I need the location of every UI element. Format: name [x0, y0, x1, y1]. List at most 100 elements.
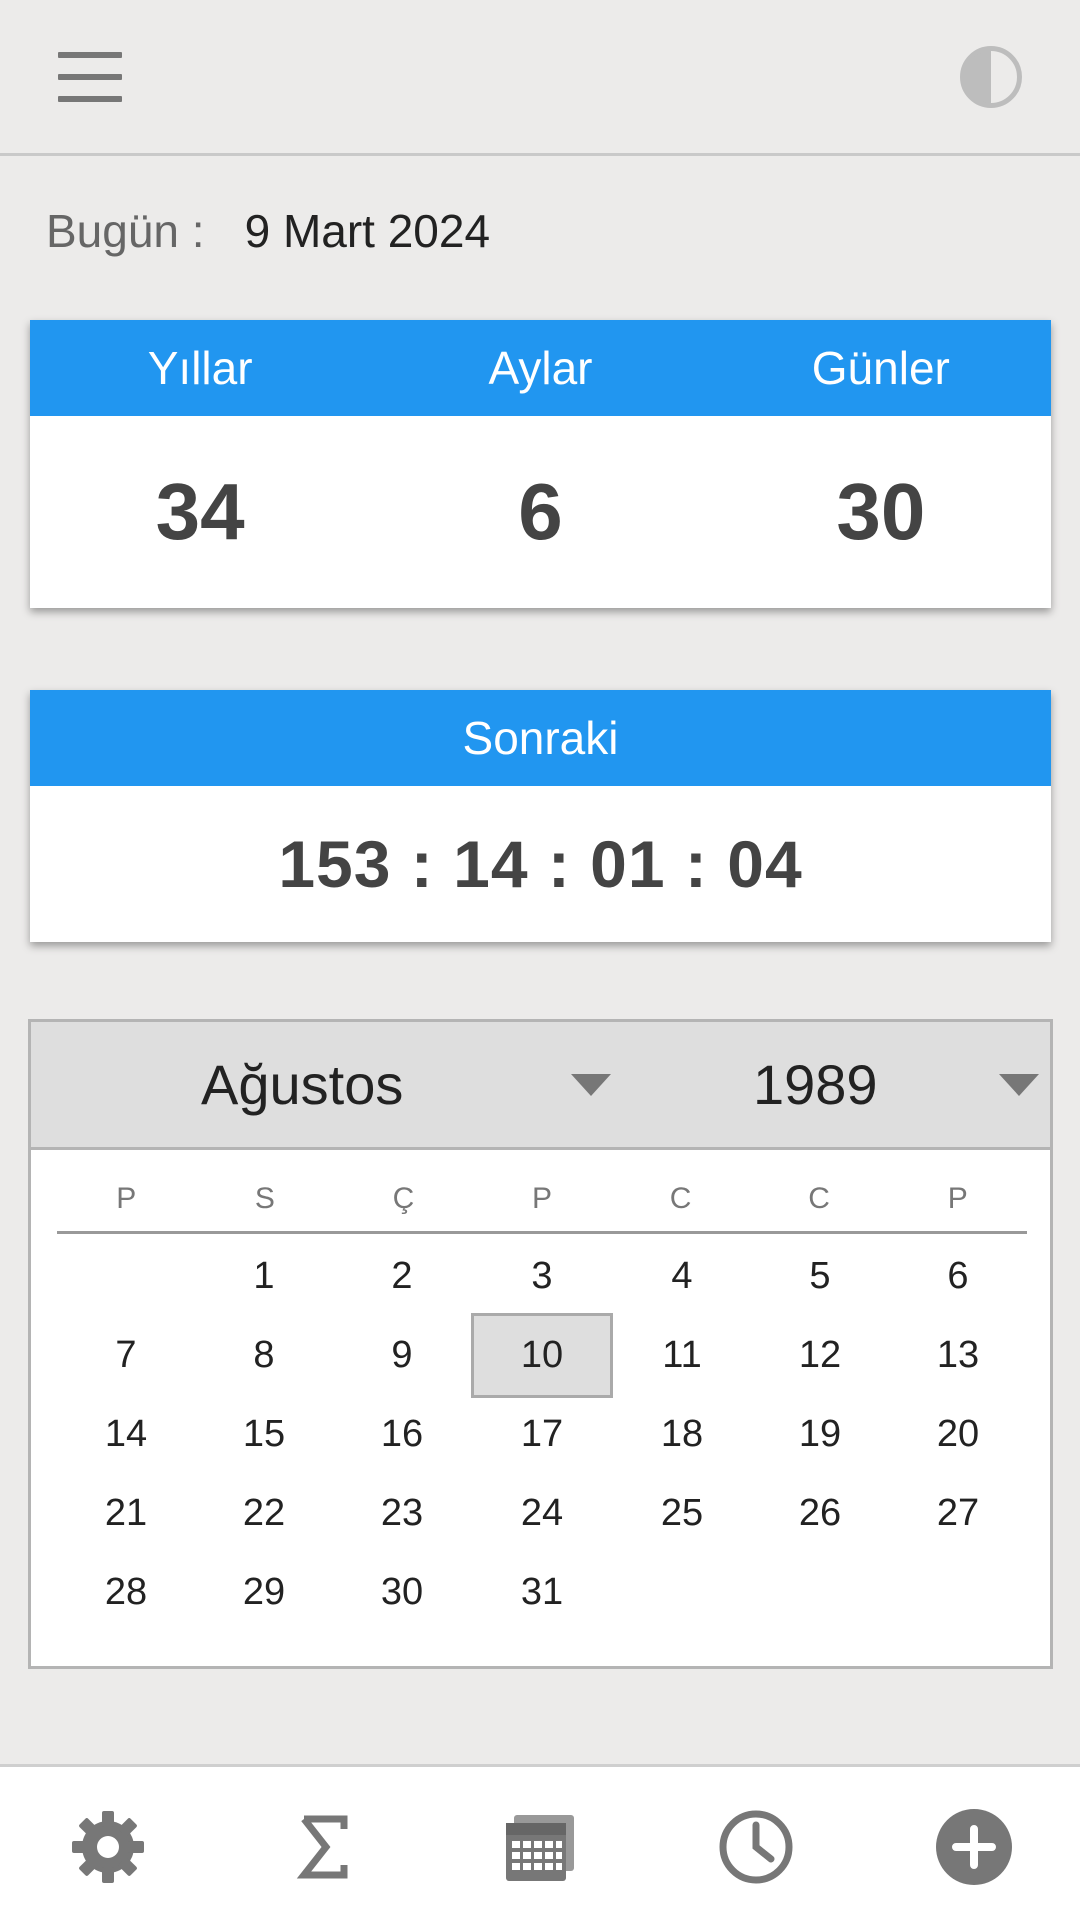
today-row: Bugün : 9 Mart 2024 [46, 204, 490, 258]
day-cell[interactable]: 25 [613, 1474, 751, 1553]
day-cell[interactable]: 19 [751, 1395, 889, 1474]
empty-day-cell [57, 1237, 195, 1316]
empty-day-cell [613, 1553, 751, 1632]
plus-icon[interactable] [934, 1807, 1014, 1887]
day-cell[interactable]: 16 [333, 1395, 471, 1474]
day-number: 2 [391, 1255, 413, 1297]
day-cell[interactable]: 23 [333, 1474, 471, 1553]
day-cell[interactable]: 11 [613, 1316, 751, 1395]
gear-icon[interactable] [68, 1807, 148, 1887]
day-cell[interactable]: 3 [471, 1237, 613, 1316]
age-card-header: Yıllar Aylar Günler [30, 320, 1051, 416]
day-number: 15 [242, 1413, 286, 1455]
day-cell[interactable]: 15 [195, 1395, 333, 1474]
years-header: Yıllar [147, 342, 253, 394]
calendar-header: Ağustos 1989 [31, 1022, 1050, 1150]
selected-day-cell[interactable]: 10 [471, 1313, 613, 1398]
empty-day-cell [751, 1553, 889, 1632]
bottom-navigation [0, 1764, 1080, 1920]
day-cell[interactable]: 12 [751, 1316, 889, 1395]
weekday-label: C [808, 1182, 830, 1215]
day-cell[interactable]: 27 [889, 1474, 1027, 1553]
day-cell[interactable]: 5 [751, 1237, 889, 1316]
months-header: Aylar [488, 342, 593, 394]
day-number: 3 [531, 1255, 553, 1297]
day-number: 23 [380, 1492, 424, 1534]
month-select[interactable]: Ağustos [201, 1022, 403, 1147]
day-number: 28 [104, 1571, 148, 1613]
day-cell[interactable]: 14 [57, 1395, 195, 1474]
menu-line [58, 74, 122, 80]
day-grid: 1 2 3 4 5 6 7 8 9 10 11 12 13 14 15 16 17 18 19 20 21 22 23 24 2… [57, 1237, 1027, 1632]
today-label: Bugün : [46, 205, 205, 257]
next-card-header: Sonraki [30, 690, 1051, 786]
day-cell[interactable]: 7 [57, 1316, 195, 1395]
day-number: 26 [798, 1492, 842, 1534]
calendar-icon[interactable] [500, 1807, 580, 1887]
day-cell[interactable]: 8 [195, 1316, 333, 1395]
hamburger-menu-icon[interactable] [58, 52, 122, 102]
weekday-label: P [947, 1182, 968, 1215]
years-value: 34 [155, 467, 245, 556]
day-cell[interactable]: 18 [613, 1395, 751, 1474]
day-number: 16 [380, 1413, 424, 1455]
day-number: 1 [253, 1255, 275, 1297]
day-number: 11 [662, 1334, 702, 1376]
day-number: 5 [809, 1255, 831, 1297]
day-number: 21 [104, 1492, 148, 1534]
day-cell[interactable]: 1 [195, 1237, 333, 1316]
day-number: 20 [936, 1413, 980, 1455]
day-cell[interactable]: 28 [57, 1553, 195, 1632]
day-number: 7 [115, 1334, 137, 1376]
day-cell[interactable]: 9 [333, 1316, 471, 1395]
day-cell[interactable]: 17 [471, 1395, 613, 1474]
day-number: 18 [660, 1413, 704, 1455]
birthdate-calendar: Ağustos 1989 P S Ç P C C P 1 2 3 4 5 6 7 8 9 10 11… [28, 1019, 1053, 1669]
day-number: 9 [391, 1334, 413, 1376]
weekday-label: P [531, 1182, 552, 1215]
sigma-icon[interactable] [284, 1807, 364, 1887]
day-number: 4 [671, 1255, 693, 1297]
day-number: 31 [520, 1571, 564, 1613]
day-number: 27 [936, 1492, 980, 1534]
day-cell[interactable]: 29 [195, 1553, 333, 1632]
app-screen: Bugün : 9 Mart 2024 Yıllar Aylar Günler … [0, 0, 1080, 1920]
menu-line [58, 52, 122, 58]
age-card: Yıllar Aylar Günler 34 6 30 [30, 320, 1051, 608]
weekday-label: C [669, 1182, 692, 1215]
day-number: 17 [520, 1413, 564, 1455]
age-values: 34 6 30 [30, 416, 1051, 608]
day-cell[interactable]: 2 [333, 1237, 471, 1316]
day-cell[interactable]: 13 [889, 1316, 1027, 1395]
day-cell[interactable]: 30 [333, 1553, 471, 1632]
days-header: Günler [811, 342, 950, 394]
day-cell[interactable]: 6 [889, 1237, 1027, 1316]
menu-line [58, 96, 122, 102]
day-number: 14 [104, 1413, 148, 1455]
day-cell[interactable]: 20 [889, 1395, 1027, 1474]
year-select[interactable]: 1989 [753, 1022, 878, 1147]
weekday-label: Ç [392, 1182, 415, 1215]
day-number: 6 [947, 1255, 969, 1297]
chevron-down-icon[interactable] [999, 1074, 1039, 1096]
countdown-value: 153 : 14 : 01 : 04 [278, 827, 803, 901]
day-number: 30 [380, 1571, 424, 1613]
contrast-icon[interactable] [960, 46, 1022, 108]
top-bar [0, 0, 1080, 156]
chevron-down-icon[interactable] [571, 1074, 611, 1096]
day-number: 8 [253, 1334, 275, 1376]
day-cell[interactable]: 24 [471, 1474, 613, 1553]
day-cell[interactable]: 4 [613, 1237, 751, 1316]
day-cell[interactable]: 26 [751, 1474, 889, 1553]
next-birthday-card: Sonraki 153 : 14 : 01 : 04 [30, 690, 1051, 942]
months-value: 6 [518, 467, 563, 556]
day-cell[interactable]: 22 [195, 1474, 333, 1553]
day-cell[interactable]: 21 [57, 1474, 195, 1553]
day-number: 12 [798, 1334, 842, 1376]
clock-icon[interactable] [716, 1807, 796, 1887]
day-number: 10 [471, 1313, 613, 1398]
weekday-header: P S Ç P C C P [57, 1182, 1027, 1234]
day-number: 22 [242, 1492, 286, 1534]
day-cell[interactable]: 31 [471, 1553, 613, 1632]
empty-day-cell [889, 1553, 1027, 1632]
